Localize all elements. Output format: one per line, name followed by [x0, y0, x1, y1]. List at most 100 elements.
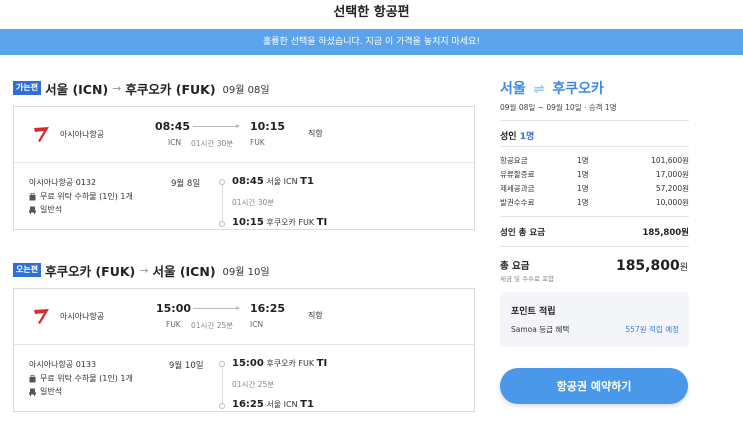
departure-time: 08:45	[155, 120, 191, 133]
flight-number: 아시아나항공 0133	[29, 360, 97, 369]
fee-qty: 1명	[577, 198, 589, 207]
total-value: 185,800	[615, 258, 680, 274]
adult-count: 1명	[519, 132, 535, 142]
inbound-summary-row: 아시아나항공 15:00 FUK 01시간 25분 16:25 ICN 직항	[14, 289, 474, 345]
swap-arrows-icon: ⇌	[533, 82, 545, 97]
seat-icon	[29, 206, 36, 214]
summary-route: 서울 ⇌ 후쿠오카	[500, 78, 604, 98]
arrival-detail: 10:15 후쿠오카 FUK TI	[232, 217, 327, 228]
departure-detail-place: 후쿠오카 FUK	[266, 359, 315, 368]
fee-value: 101,600원	[651, 156, 689, 165]
arrival-terminal: T1	[300, 399, 314, 410]
fee-row: 발권수수료 1명 10,000원	[500, 197, 689, 209]
arrival-detail-place: 후쿠오카 FUK	[266, 218, 315, 227]
departure-code: FUK	[166, 320, 181, 329]
airline-name: 아시아나항공	[60, 312, 105, 321]
arrival-time: 10:15	[250, 120, 286, 133]
arrival-code: ICN	[250, 320, 264, 329]
cabin-info: 일반석	[29, 386, 62, 397]
timeline-start-dot	[219, 179, 225, 185]
points-value: 557원 적립 예정	[625, 325, 679, 334]
fee-name: 유류할증료	[500, 170, 535, 179]
subtotal-value: 185,800원	[642, 228, 689, 238]
fee-qty: 1명	[577, 170, 589, 179]
route-arrow-icon: →	[112, 81, 122, 95]
timeline-line	[221, 184, 223, 224]
departure-terminal: T1	[300, 176, 314, 187]
points-panel: 포인트 적립 Samoa 등급 혜택 557원 적립 예정	[500, 292, 689, 347]
inbound-destination: 서울 (ICN)	[152, 263, 216, 279]
arrival-detail: 16:25 서울 ICN T1	[232, 399, 314, 410]
timeline-end-dot	[219, 221, 225, 227]
timeline-start-dot	[219, 361, 225, 367]
flight-duration: 01시간 30분	[191, 139, 234, 148]
detail-duration: 01시간 25분	[232, 380, 275, 389]
timeline-end-dot	[219, 403, 225, 409]
fee-name: 발권수수료	[500, 198, 535, 207]
inbound-date: 09월 10일	[222, 266, 270, 278]
baggage-info: 무료 위탁 수하물 (1인) 1개	[29, 373, 133, 384]
arrival-detail-time: 16:25	[232, 399, 264, 410]
departure-detail-place: 서울 ICN	[266, 177, 298, 186]
stops-label: 직항	[308, 311, 323, 320]
fee-value: 17,000원	[655, 170, 689, 179]
fee-row: 항공요금 1명 101,600원	[500, 155, 689, 167]
outbound-header: 가는편 서울 (ICN) → 후쿠오카 (FUK) 09월 08일	[13, 78, 270, 98]
total-price: 185,800원	[616, 258, 688, 274]
seat-icon	[29, 388, 36, 396]
divider	[500, 120, 689, 121]
arrival-detail-time: 10:15	[232, 217, 264, 228]
adult-label: 성인	[500, 132, 517, 142]
outbound-detail-row: 아시아나항공 0132 무료 위탁 수하물 (1인) 1개 일반석 9월 8일 …	[14, 163, 474, 229]
promo-banner: 훌륭한 선택을 하셨습니다. 지금 이 가격을 놓치지 마세요!	[0, 29, 743, 55]
points-title: 포인트 적립	[511, 307, 556, 317]
adult-subtotal: 성인 총 요금 185,800원	[500, 226, 689, 238]
fee-value: 57,200원	[655, 184, 689, 193]
cabin-info: 일반석	[29, 204, 62, 215]
inbound-header: 오는편 후쿠오카 (FUK) → 서울 (ICN) 09월 10일	[13, 260, 270, 280]
fee-name: 제세공과금	[500, 184, 535, 193]
inbound-origin: 후쿠오카 (FUK)	[45, 263, 136, 279]
baggage-icon	[29, 374, 36, 382]
baggage-icon	[29, 192, 36, 200]
departure-detail: 15:00 후쿠오카 FUK TI	[232, 358, 327, 369]
departure-code: ICN	[168, 138, 182, 147]
arrival-detail-place: 서울 ICN	[266, 400, 298, 409]
summary-destination: 후쿠오카	[552, 81, 604, 97]
fee-row: 제세공과금 1명 57,200원	[500, 183, 689, 195]
outbound-origin: 서울 (ICN)	[45, 81, 109, 97]
outbound-summary-row: 아시아나항공 08:45 ICN 01시간 30분 10:15 FUK 직항	[14, 107, 474, 163]
departure-detail-time: 08:45	[232, 176, 264, 187]
divider	[500, 146, 689, 147]
baggage-text: 무료 위탁 수하물 (1인) 1개	[40, 374, 133, 383]
baggage-info: 무료 위탁 수하물 (1인) 1개	[29, 191, 133, 202]
inbound-detail-row: 아시아나항공 0133 무료 위탁 수하물 (1인) 1개 일반석 9월 10일…	[14, 345, 474, 411]
total-note: 세금 및 수수료 포함	[500, 275, 555, 283]
fee-row: 유류할증료 1명 17,000원	[500, 169, 689, 181]
flight-day: 9월 10일	[169, 361, 204, 371]
flight-number: 아시아나항공 0132	[29, 178, 97, 187]
outbound-badge: 가는편	[13, 81, 42, 95]
duration-line	[193, 124, 240, 128]
fee-qty: 1명	[577, 184, 589, 193]
cabin-text: 일반석	[40, 387, 63, 396]
total-label: 총 요금	[500, 261, 530, 272]
outbound-destination: 후쿠오카 (FUK)	[125, 81, 216, 97]
departure-detail-time: 15:00	[232, 358, 264, 369]
fee-name: 항공요금	[500, 156, 528, 165]
points-label: Samoa 등급 혜택	[511, 325, 570, 334]
baggage-text: 무료 위탁 수하물 (1인) 1개	[40, 192, 133, 201]
book-ticket-button[interactable]: 항공권 예약하기	[500, 368, 688, 404]
timeline-line	[221, 366, 223, 406]
asiana-logo-icon	[34, 309, 49, 324]
divider	[500, 216, 689, 217]
inbound-flight-card: 아시아나항공 15:00 FUK 01시간 25분 16:25 ICN 직항 아…	[13, 288, 475, 412]
asiana-logo-icon	[34, 127, 49, 142]
adult-heading: 성인 1명	[500, 129, 534, 142]
departure-terminal: TI	[316, 358, 328, 369]
arrival-terminal: TI	[316, 217, 328, 228]
flight-duration: 01시간 25분	[191, 321, 234, 330]
page-title: 선택한 항공편	[333, 5, 410, 20]
departure-time: 15:00	[156, 302, 192, 315]
outbound-flight-card: 아시아나항공 08:45 ICN 01시간 30분 10:15 FUK 직항 아…	[13, 106, 475, 230]
